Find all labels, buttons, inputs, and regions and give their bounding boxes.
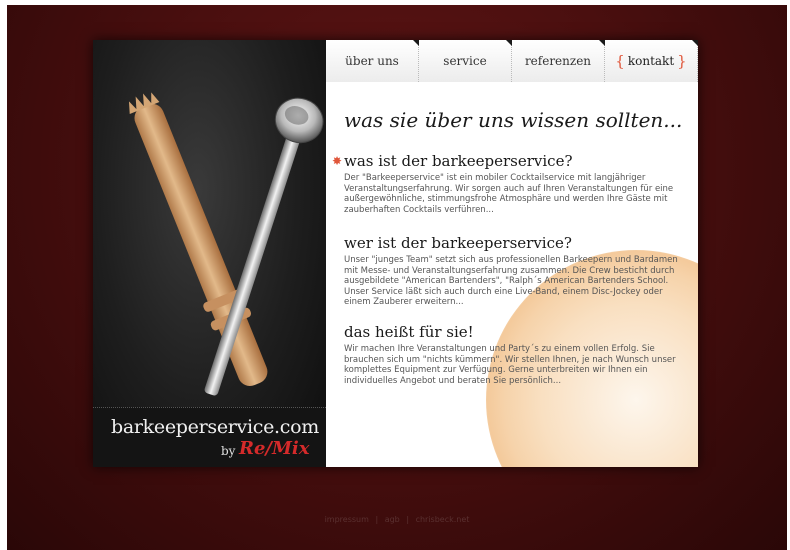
brand-name[interactable]: barkeeperservice.com <box>111 416 319 438</box>
section-meaning: das heißt für sie! Wir machen Ihre Veran… <box>344 323 689 386</box>
tab-label: kontakt <box>627 54 675 68</box>
brace-close: } <box>677 52 687 70</box>
star-bullet-icon: ✸ <box>332 154 343 168</box>
section-title: was ist der barkeeperservice? <box>344 152 573 170</box>
section-text: Wir machen Ihre Veranstaltungen und Part… <box>344 344 676 386</box>
chrisbeck-link[interactable]: chrisbeck.net <box>416 515 470 524</box>
remix-logo: Re/Mix <box>239 438 310 459</box>
section-who-is: wer ist der barkeeperservice? Unser "jun… <box>344 234 689 308</box>
page-title: was sie über uns wissen sollten... <box>344 108 683 132</box>
tab-ueber-uns[interactable]: über uns <box>326 40 419 82</box>
content-panel: über uns service referenzen { kontakt } … <box>326 40 698 467</box>
section-what-is: ✸ was ist der barkeeperservice? Der "Bar… <box>332 152 689 215</box>
tab-service[interactable]: service <box>419 40 512 82</box>
tab-kontakt[interactable]: { kontakt } <box>605 40 698 82</box>
section-text: Der "Barkeeperservice" ist ein mobiler C… <box>344 173 674 215</box>
site-frame: barkeeperservice.com by Re/Mix über uns … <box>93 40 698 467</box>
section-title: wer ist der barkeeperservice? <box>344 234 572 252</box>
brace-open: { <box>615 52 625 70</box>
footer-separator: | <box>375 515 379 524</box>
tab-label: service <box>443 54 487 68</box>
impressum-link[interactable]: impressum <box>325 515 369 524</box>
agb-link[interactable]: agb <box>385 515 400 524</box>
footer-separator: | <box>406 515 410 524</box>
tab-referenzen[interactable]: referenzen <box>512 40 605 82</box>
brand-block: barkeeperservice.com by Re/Mix <box>93 407 326 467</box>
tab-label: über uns <box>345 54 399 68</box>
footer-links: impressum | agb | chrisbeck.net <box>7 515 787 524</box>
brand-by-label: by <box>221 444 236 458</box>
main-nav: über uns service referenzen { kontakt } <box>326 40 698 82</box>
page-background: barkeeperservice.com by Re/Mix über uns … <box>7 5 787 550</box>
tab-label: referenzen <box>524 54 592 68</box>
section-title: das heißt für sie! <box>344 323 474 341</box>
hero-photo: barkeeperservice.com by Re/Mix <box>93 40 326 467</box>
section-text: Unser "junges Team" setzt sich aus profe… <box>344 255 678 307</box>
muddler-and-spoon-image <box>128 92 324 396</box>
